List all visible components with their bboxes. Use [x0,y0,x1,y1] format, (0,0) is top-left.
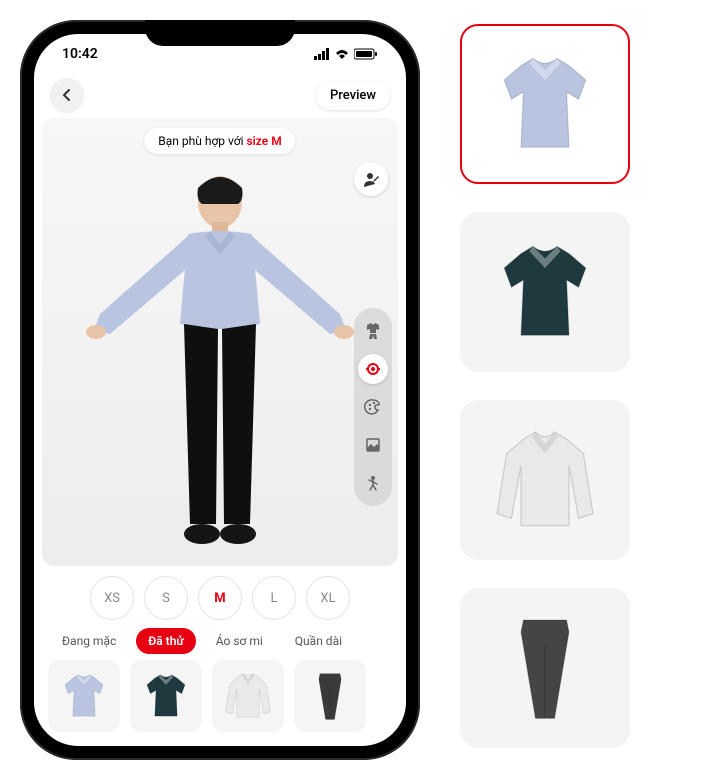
category-tabs: Đang mặc Đã thử Áo sơ mi Quần dài [34,626,406,660]
rail-pose-icon[interactable] [358,468,388,498]
top-bar: Preview [34,74,406,118]
size-s[interactable]: S [144,576,188,620]
phone-notch [145,20,295,46]
wifi-icon [334,48,350,60]
signal-icon [314,48,330,60]
size-m[interactable]: M [198,576,242,620]
tray-shirt-plaid[interactable] [130,660,202,732]
fit-prefix: Bạn phù hợp với [158,134,246,148]
fit-highlight: size M [247,134,282,148]
status-time: 10:42 [62,46,98,62]
tab-category-3[interactable]: Quần dài [283,628,354,654]
tool-rail [354,308,392,506]
status-icons [314,48,378,60]
item-tray [34,660,406,746]
phone-frame: 10:42 Preview Bạn phù hợp với size M [20,20,420,760]
screen: 10:42 Preview Bạn phù hợp với size M [34,34,406,746]
thumb-shirt-white[interactable] [460,400,630,560]
back-button[interactable] [50,78,84,112]
rail-palette-icon[interactable] [358,392,388,422]
thumb-shirt-plaid[interactable] [460,212,630,372]
model-canvas[interactable]: Bạn phù hợp với size M [42,118,398,566]
fit-recommendation-pill: Bạn phù hợp với size M [144,128,295,154]
thumb-shirt-blue[interactable] [460,24,630,184]
tab-category-1[interactable]: Đã thử [136,628,195,654]
battery-icon [354,48,378,60]
side-thumbnails [460,24,630,760]
size-selector: XSSMLXL [34,566,406,626]
rail-outfit-icon[interactable] [358,316,388,346]
tab-category-2[interactable]: Áo sơ mi [204,628,275,654]
size-xs[interactable]: XS [90,576,134,620]
rail-background-icon[interactable] [358,430,388,460]
arrow-left-icon [59,87,75,103]
tray-pants-dark[interactable] [294,660,366,732]
tray-shirt-white[interactable] [212,660,284,732]
model-3d [70,164,370,564]
tab-category-0[interactable]: Đang mặc [50,628,128,654]
thumb-pants-dark[interactable] [460,588,630,748]
tray-shirt-blue[interactable] [48,660,120,732]
preview-label: Preview [330,88,376,103]
preview-button[interactable]: Preview [316,81,390,110]
rail-measure-icon[interactable] [358,354,388,384]
size-xl[interactable]: XL [306,576,350,620]
size-l[interactable]: L [252,576,296,620]
